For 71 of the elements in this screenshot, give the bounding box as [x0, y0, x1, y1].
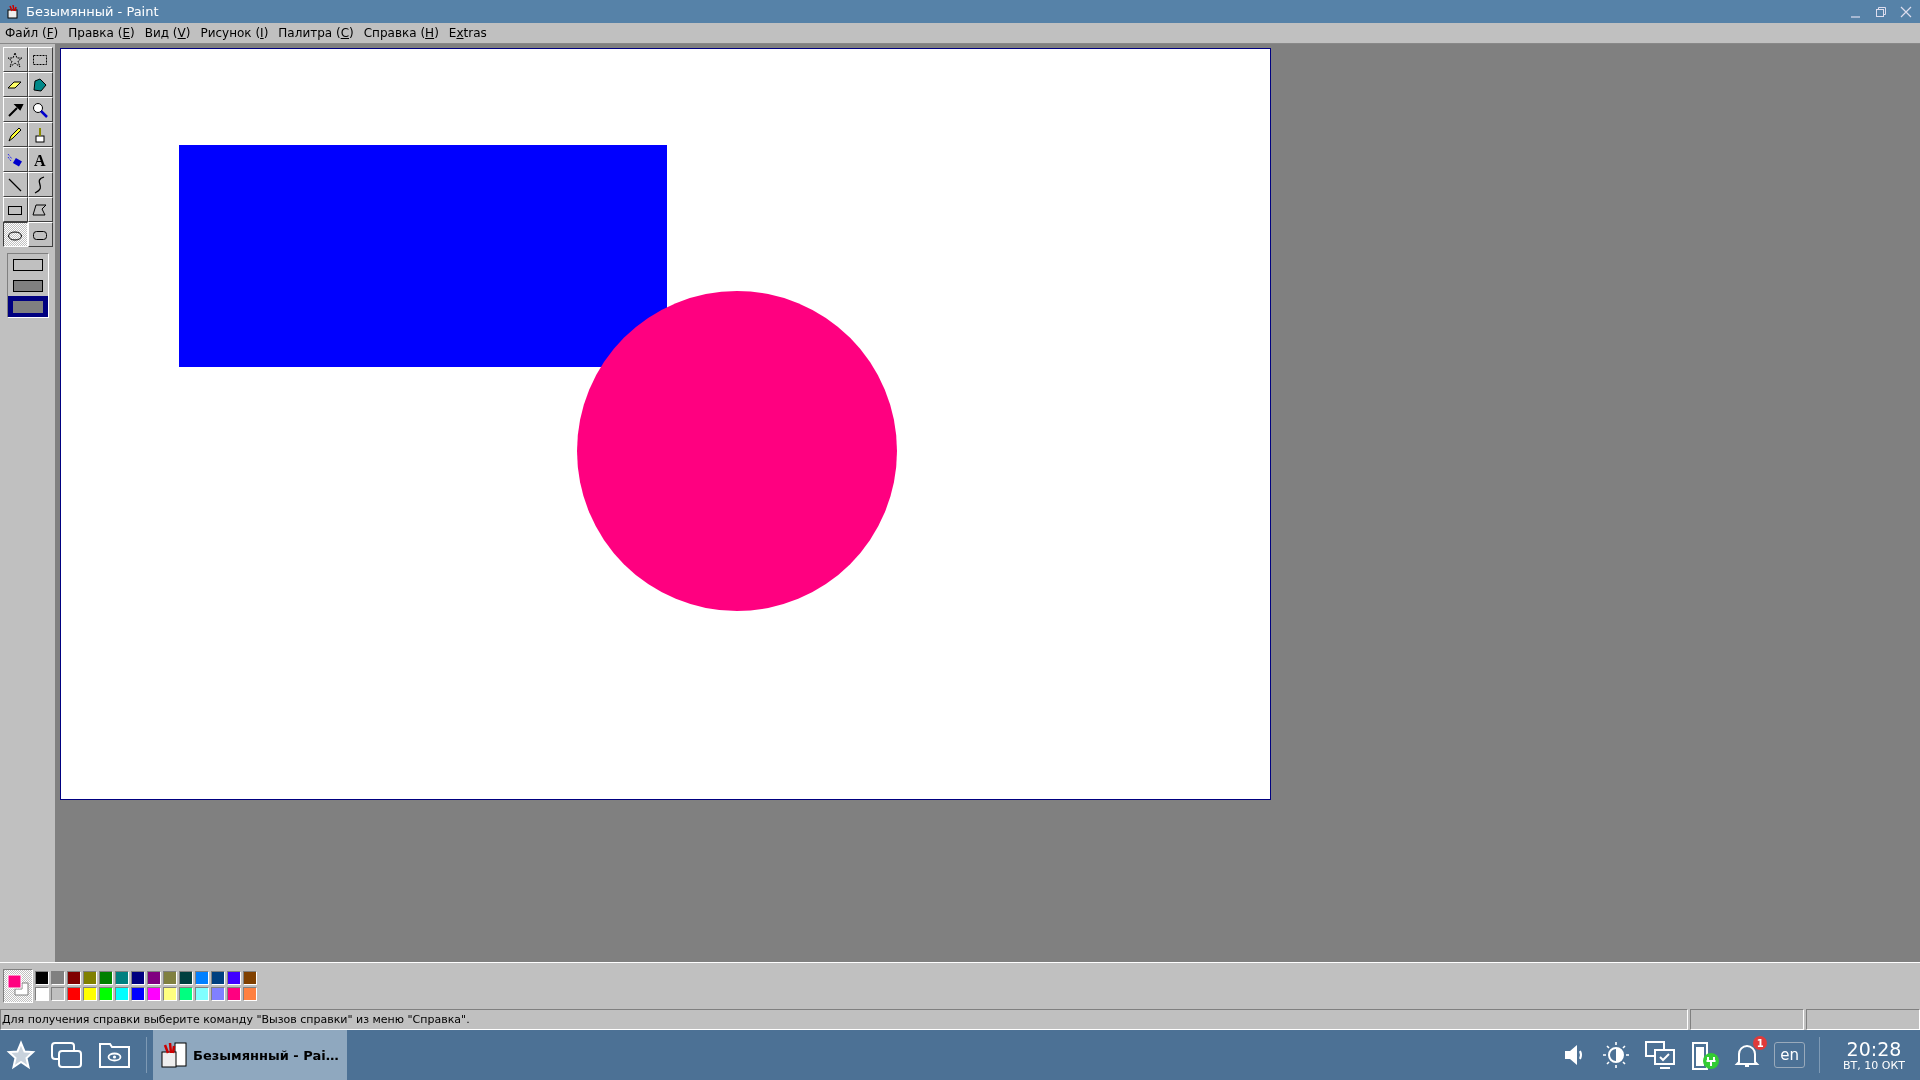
palette-color-swatch[interactable] — [195, 987, 209, 1001]
pencil-tool-button[interactable] — [2, 122, 28, 147]
notification-badge: 1 — [1753, 1036, 1768, 1050]
palette-color-swatch[interactable] — [211, 971, 225, 985]
ellipse-tool-button[interactable] — [2, 222, 28, 247]
paint-bucket-icon — [6, 4, 20, 19]
battery-charging-icon[interactable] — [1690, 1039, 1721, 1071]
palette-color-swatch[interactable] — [35, 971, 49, 985]
menu-item[interactable]: Правка (E) — [68, 26, 135, 40]
palette-color-swatch[interactable] — [99, 987, 113, 1001]
clock-date[interactable]: ВТ, 10 ОКТ — [1843, 1058, 1905, 1072]
picker-tool-button[interactable] — [2, 97, 28, 122]
palette-color-swatch[interactable] — [83, 971, 97, 985]
drawing-canvas[interactable] — [60, 48, 1271, 800]
menu-item[interactable]: Extras — [448, 26, 487, 40]
menu-item[interactable]: Палитра (C) — [278, 26, 354, 40]
palette-color-swatch[interactable] — [131, 987, 145, 1001]
free-select-tool-button[interactable] — [2, 47, 28, 72]
fill-tool-button[interactable] — [27, 72, 53, 97]
paint-bucket-icon — [159, 1040, 189, 1070]
palette-color-swatch[interactable] — [227, 987, 241, 1001]
palette-color-swatch[interactable] — [179, 987, 193, 1001]
menu-item[interactable]: Справка (H) — [363, 26, 439, 40]
curve-tool-button[interactable] — [27, 172, 53, 197]
airbrush-tool-button[interactable] — [2, 147, 28, 172]
brightness-icon[interactable] — [1602, 1041, 1631, 1069]
palette-color-swatch[interactable] — [163, 971, 177, 985]
star-icon[interactable] — [6, 1040, 36, 1070]
palette-color-swatch[interactable] — [195, 971, 209, 985]
palette-color-swatch[interactable] — [67, 987, 81, 1001]
star-outline-icon — [6, 50, 24, 69]
palette-color-swatch[interactable] — [243, 971, 257, 985]
magnifier-tool-button[interactable] — [27, 97, 53, 122]
menu-item[interactable]: Файл (F) — [5, 26, 59, 40]
brush-tool-button[interactable] — [27, 122, 53, 147]
palette-color-swatch[interactable] — [147, 971, 161, 985]
menu-item[interactable]: Вид (V) — [144, 26, 191, 40]
menu-item[interactable]: Рисунок (I) — [200, 26, 269, 40]
palette-color-swatch[interactable] — [147, 987, 161, 1001]
palette-color-swatch[interactable] — [115, 987, 129, 1001]
palette-color-swatch[interactable] — [35, 987, 49, 1001]
close-icon[interactable] — [1900, 5, 1912, 18]
palette-color-swatch[interactable] — [211, 987, 225, 1001]
rounded-rect-tool-button[interactable] — [27, 222, 53, 247]
palette-color-swatch[interactable] — [51, 971, 65, 985]
monitors-icon[interactable] — [1644, 1040, 1677, 1070]
windows-icon[interactable] — [50, 1040, 84, 1070]
palette-color-swatch[interactable] — [163, 987, 177, 1001]
eraser-tool-button[interactable] — [2, 72, 28, 97]
rect-select-tool-button[interactable] — [27, 47, 53, 72]
palette-color-swatch[interactable] — [67, 971, 81, 985]
taskbar-task-button[interactable]: Безымянный - Pai… — [153, 1030, 347, 1080]
palette-color-swatch[interactable] — [131, 971, 145, 985]
palette-color-swatch[interactable] — [115, 971, 129, 985]
palette-color-swatch[interactable] — [83, 987, 97, 1001]
status-text: Для получения справки выберите команду "Вызов справки" из меню "Справка". — [0, 1009, 1688, 1030]
palette-color-swatch[interactable] — [99, 971, 113, 985]
polygon-tool-button[interactable] — [27, 197, 53, 222]
palette-color-swatch[interactable] — [243, 987, 257, 1001]
language-indicator[interactable]: en — [1774, 1042, 1805, 1068]
clock-time[interactable]: 20:28 — [1846, 1038, 1902, 1059]
magnifier-icon — [31, 100, 49, 119]
palette-color-swatch[interactable] — [51, 987, 65, 1001]
line-tool-button[interactable] — [2, 172, 28, 197]
palette-color-swatch[interactable] — [179, 971, 193, 985]
restore-icon[interactable] — [1875, 5, 1887, 18]
pencil-icon — [6, 125, 24, 144]
rectangle-tool-button[interactable] — [2, 197, 28, 222]
window-title: Безымянный - Paint — [26, 4, 160, 19]
palette-color-swatch[interactable] — [227, 971, 241, 985]
folder-eye-icon[interactable] — [98, 1040, 132, 1070]
